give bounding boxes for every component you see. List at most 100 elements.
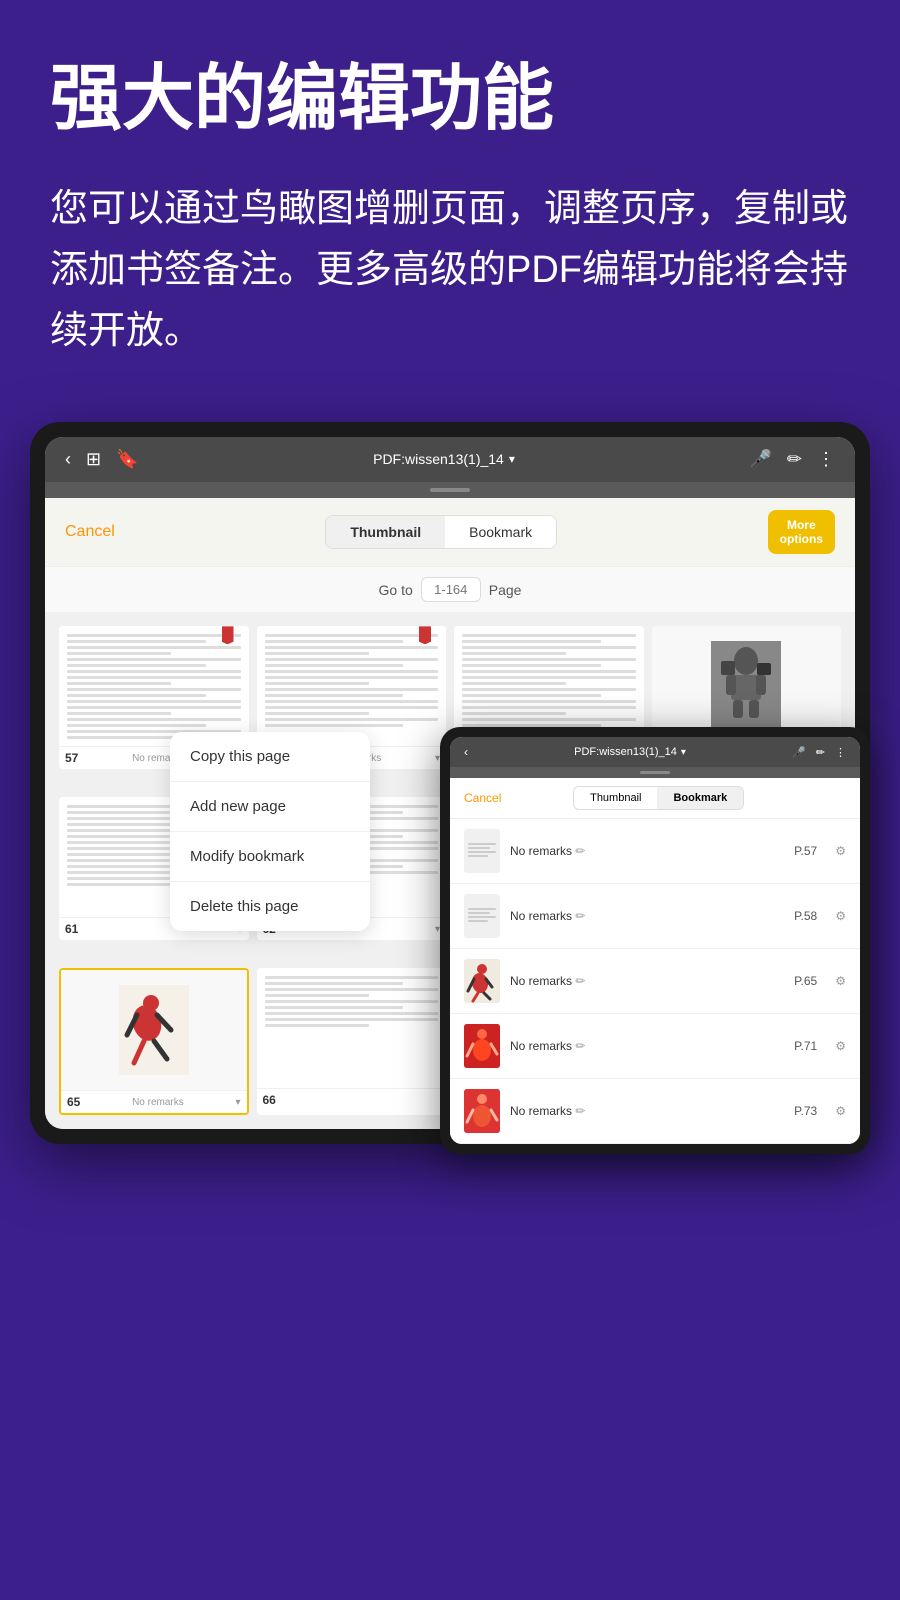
bookmark-edit-65[interactable]: ✏ — [575, 974, 585, 988]
bookmark-item-73[interactable]: No remarks ✏ P.73 ⚙ — [450, 1079, 860, 1144]
tab-thumbnail[interactable]: Thumbnail — [326, 516, 445, 548]
bookmark-title-73: No remarks — [510, 1104, 575, 1118]
thumb-figure-65 — [464, 959, 500, 1003]
bookmark-thumb-65 — [464, 959, 500, 1003]
second-pen-icon[interactable]: ✏ — [816, 746, 825, 759]
thumb-chevron-65[interactable]: ▾ — [235, 1097, 240, 1108]
thumb-footer-66: 66 — [257, 1088, 447, 1111]
toolbar-center: PDF:wissen13(1)_14 ▾ — [373, 451, 515, 467]
bookmark-thumb-73 — [464, 1089, 500, 1133]
bookmark-item-65[interactable]: No remarks ✏ P.65 ⚙ — [450, 949, 860, 1014]
bookmark-edit-71[interactable]: ✏ — [575, 1039, 585, 1053]
more-options-button[interactable]: Moreoptions — [768, 510, 835, 555]
device-container: ‹ ⊞ 🔖 PDF:wissen13(1)_14 ▾ 🎤 ✏ ⋮ — [0, 402, 900, 1185]
thumb-footer-65: 65 No remarks ▾ — [61, 1090, 247, 1113]
bookmark-page-73: P.73 — [794, 1104, 817, 1118]
bookmark-gear-58[interactable]: ⚙ — [835, 909, 846, 923]
thumb-page-65 — [61, 970, 247, 1090]
bookmark-thumb-58 — [464, 894, 500, 938]
page-label: Page — [489, 582, 522, 598]
bookmark-item-71[interactable]: No remarks ✏ P.71 ⚙ — [450, 1014, 860, 1079]
bookmark-thumb-71 — [464, 1024, 500, 1068]
bookmark-info-57: No remarks ✏ — [510, 842, 784, 860]
mic-icon[interactable]: 🎤 — [749, 449, 771, 470]
thumb-number-66: 66 — [263, 1093, 276, 1107]
menu-item-copy[interactable]: Copy this page — [170, 732, 370, 782]
second-back-icon[interactable]: ‹ — [464, 745, 468, 759]
second-device: ‹ PDF:wissen13(1)_14 ▾ 🎤 ✏ ⋮ Cancel — [440, 727, 870, 1154]
bookmark-page-71: P.71 — [794, 1039, 817, 1053]
pen-icon[interactable]: ✏ — [787, 449, 802, 470]
more-menu-icon[interactable]: ⋮ — [817, 449, 835, 470]
tab-bookmark[interactable]: Bookmark — [445, 516, 556, 548]
bookmark-page-57: P.57 — [794, 844, 817, 858]
bookmark-info-65: No remarks ✏ — [510, 972, 784, 990]
bookmark-title-57: No remarks — [510, 844, 575, 858]
bookmark-page-58: P.58 — [794, 909, 817, 923]
bookmark-item-57[interactable]: No remarks ✏ P.57 ⚙ — [450, 819, 860, 884]
thumb-number-61: 61 — [65, 922, 78, 936]
bookmark-thumb-57 — [464, 829, 500, 873]
bookmark-title-58: No remarks — [510, 909, 575, 923]
goto-input[interactable] — [421, 577, 481, 602]
menu-item-add[interactable]: Add new page — [170, 782, 370, 832]
second-screen: ‹ PDF:wissen13(1)_14 ▾ 🎤 ✏ ⋮ Cancel — [450, 737, 860, 1144]
thumb-number-65: 65 — [67, 1095, 80, 1109]
second-tab-bookmark[interactable]: Bookmark — [657, 787, 743, 809]
page65-art — [119, 985, 189, 1075]
bookmark-info-73: No remarks ✏ — [510, 1102, 784, 1120]
second-pdf-toolbar: ‹ PDF:wissen13(1)_14 ▾ 🎤 ✏ ⋮ — [450, 737, 860, 767]
toolbar-right: 🎤 ✏ ⋮ — [749, 449, 835, 470]
second-mic-icon[interactable]: 🎤 — [792, 746, 806, 759]
context-menu: Copy this page Add new page Modify bookm… — [170, 732, 370, 931]
bookmark-flag-57 — [222, 626, 234, 644]
thumb-65[interactable]: 65 No remarks ▾ — [59, 968, 249, 1115]
second-drag-handle — [640, 771, 670, 774]
second-tab-thumbnail[interactable]: Thumbnail — [574, 787, 657, 809]
thumb-number-57: 57 — [65, 751, 78, 765]
thumb-remarks-65: No remarks — [132, 1097, 184, 1108]
second-drag-bar — [450, 767, 860, 778]
menu-item-bookmark[interactable]: Modify bookmark — [170, 832, 370, 882]
bookmark-info-58: No remarks ✏ — [510, 907, 784, 925]
tab-group: Thumbnail Bookmark — [325, 515, 557, 549]
thumb-page-57 — [59, 626, 249, 746]
goto-bar: Go to Page — [45, 567, 855, 612]
second-filename: PDF:wissen13(1)_14 — [574, 746, 677, 758]
header-section: 强大的编辑功能 您可以通过鸟瞰图增删页面，调整页序，复制或添加书签备注。更多高级… — [0, 0, 900, 402]
second-cancel-button[interactable]: Cancel — [464, 791, 501, 805]
chevron-down-icon[interactable]: ▾ — [509, 452, 515, 466]
filename-label: PDF:wissen13(1)_14 — [373, 451, 504, 467]
thumb-66[interactable]: 66 — [257, 968, 447, 1115]
bookmark-gear-71[interactable]: ⚙ — [835, 1039, 846, 1053]
thumb-figure-71 — [464, 1024, 500, 1068]
secondary-toolbar — [45, 482, 855, 498]
panel-header: Cancel Thumbnail Bookmark Moreoptions — [45, 498, 855, 568]
page-title: 强大的编辑功能 — [50, 60, 850, 139]
menu-item-delete[interactable]: Delete this page — [170, 882, 370, 931]
bookmark-edit-73[interactable]: ✏ — [575, 1104, 585, 1118]
back-icon[interactable]: ‹ — [65, 449, 71, 470]
bookmark-gear-73[interactable]: ⚙ — [835, 1104, 846, 1118]
bookmark-flag-58 — [419, 626, 431, 644]
bookmark-title-71: No remarks — [510, 1039, 575, 1053]
grid-icon[interactable]: ⊞ — [86, 449, 101, 470]
bookmark-edit-58[interactable]: ✏ — [575, 909, 585, 923]
bookmark-title-65: No remarks — [510, 974, 575, 988]
thumb-figure-73 — [464, 1089, 500, 1133]
goto-label: Go to — [379, 582, 413, 598]
second-tab-group: Thumbnail Bookmark — [573, 786, 744, 810]
cancel-button[interactable]: Cancel — [65, 523, 115, 541]
second-more-icon[interactable]: ⋮ — [835, 746, 846, 759]
bookmark-info-71: No remarks ✏ — [510, 1037, 784, 1055]
bookmark-list: No remarks ✏ P.57 ⚙ — [450, 819, 860, 1144]
bookmark-item-58[interactable]: No remarks ✏ P.58 ⚙ — [450, 884, 860, 949]
second-chevron-icon[interactable]: ▾ — [681, 747, 686, 758]
bookmark-edit-57[interactable]: ✏ — [575, 844, 585, 858]
bookmark-icon[interactable]: 🔖 — [116, 449, 138, 470]
page60-art — [711, 641, 781, 731]
drag-handle — [430, 488, 470, 492]
bookmark-gear-65[interactable]: ⚙ — [835, 974, 846, 988]
bookmark-gear-57[interactable]: ⚙ — [835, 844, 846, 858]
second-panel-header: Cancel Thumbnail Bookmark — [450, 778, 860, 819]
